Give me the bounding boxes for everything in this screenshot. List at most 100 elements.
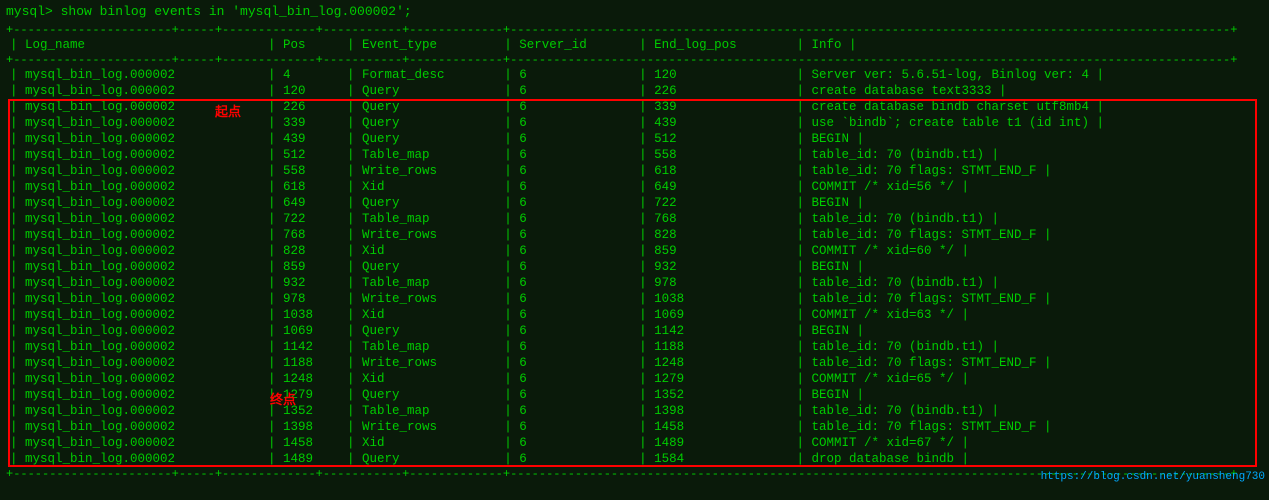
table-row: | mysql_bin_log.000002| 120| Query | 6 | …	[6, 83, 1263, 99]
cell-12-1: | 859	[264, 259, 343, 275]
table-row: | mysql_bin_log.000002| 722| Table_map |…	[6, 211, 1263, 227]
table-row: | mysql_bin_log.000002| 339| Query | 6| …	[6, 115, 1263, 131]
cell-20-2: | Query	[343, 387, 500, 403]
cell-10-3: | 6	[500, 227, 635, 243]
header-col-1: | Pos	[264, 37, 343, 53]
cell-2-0: | mysql_bin_log.000002	[6, 99, 264, 115]
cell-18-3: | 6	[500, 355, 635, 371]
cell-5-5: | table_id: 70 (bindb.t1) |	[792, 147, 1263, 163]
cell-24-1: | 1489	[264, 451, 343, 467]
cell-13-0: | mysql_bin_log.000002	[6, 275, 264, 291]
cell-12-2: | Query	[343, 259, 500, 275]
cell-7-0: | mysql_bin_log.000002	[6, 179, 264, 195]
cell-4-1: | 439	[264, 131, 343, 147]
table-row: | mysql_bin_log.000002| 978| Write_rows …	[6, 291, 1263, 307]
cell-24-5: | drop database bindb |	[792, 451, 1263, 467]
table-header: | Log_name | Pos | Event_type | Server_i…	[6, 37, 1263, 53]
cell-19-5: | COMMIT /* xid=65 */ |	[792, 371, 1263, 387]
cell-12-4: | 932	[635, 259, 792, 275]
cell-10-0: | mysql_bin_log.000002	[6, 227, 264, 243]
cell-11-2: | Xid	[343, 243, 500, 259]
cell-19-0: | mysql_bin_log.000002	[6, 371, 264, 387]
cell-16-1: | 1069	[264, 323, 343, 339]
table-row: | mysql_bin_log.000002| 618| Xid | 6| 64…	[6, 179, 1263, 195]
cell-24-3: | 6	[500, 451, 635, 467]
cell-5-4: | 558	[635, 147, 792, 163]
cell-6-4: | 618	[635, 163, 792, 179]
cell-6-2: | Write_rows	[343, 163, 500, 179]
cell-0-1: | 4	[264, 67, 343, 83]
cell-3-0: | mysql_bin_log.000002	[6, 115, 264, 131]
table-row: | mysql_bin_log.000002| 1069| Query | 6|…	[6, 323, 1263, 339]
cell-7-1: | 618	[264, 179, 343, 195]
table-row: | mysql_bin_log.000002| 1352| Table_map …	[6, 403, 1263, 419]
cell-15-4: | 1069	[635, 307, 792, 323]
cell-1-1: | 120	[264, 83, 343, 99]
table-row: | mysql_bin_log.000002| 4| Format_desc |…	[6, 67, 1263, 83]
table-divider: +----------------------+-----+----------…	[6, 53, 1263, 67]
cell-13-5: | table_id: 70 (bindb.t1) |	[792, 275, 1263, 291]
cell-15-1: | 1038	[264, 307, 343, 323]
cell-14-4: | 1038	[635, 291, 792, 307]
cell-19-1: | 1248	[264, 371, 343, 387]
cell-1-2: | Query	[343, 83, 500, 99]
cell-14-1: | 978	[264, 291, 343, 307]
table-row: | mysql_bin_log.000002| 828| Xid | 6| 85…	[6, 243, 1263, 259]
cell-6-3: | 6	[500, 163, 635, 179]
cell-16-3: | 6	[500, 323, 635, 339]
table-row: | mysql_bin_log.000002| 859| Query | 6| …	[6, 259, 1263, 275]
cell-15-0: | mysql_bin_log.000002	[6, 307, 264, 323]
cell-9-4: | 768	[635, 211, 792, 227]
cell-5-1: | 512	[264, 147, 343, 163]
cell-9-0: | mysql_bin_log.000002	[6, 211, 264, 227]
table-row: | mysql_bin_log.000002| 226| Query | 6| …	[6, 99, 1263, 115]
cell-8-5: | BEGIN |	[792, 195, 1263, 211]
cell-15-2: | Xid	[343, 307, 500, 323]
cell-17-1: | 1142	[264, 339, 343, 355]
cell-13-1: | 932	[264, 275, 343, 291]
cell-22-1: | 1398	[264, 419, 343, 435]
cell-19-2: | Xid	[343, 371, 500, 387]
cell-7-2: | Xid	[343, 179, 500, 195]
table-row: | mysql_bin_log.000002| 649| Query | 6| …	[6, 195, 1263, 211]
cell-7-4: | 649	[635, 179, 792, 195]
cell-1-3: | 6	[500, 83, 635, 99]
cell-5-3: | 6	[500, 147, 635, 163]
command-line: mysql> show binlog events in 'mysql_bin_…	[6, 4, 1263, 19]
cell-19-3: | 6	[500, 371, 635, 387]
header-col-0: | Log_name	[6, 37, 264, 53]
cell-0-3: | 6	[500, 67, 635, 83]
cell-3-3: | 6	[500, 115, 635, 131]
cell-13-4: | 978	[635, 275, 792, 291]
cell-11-0: | mysql_bin_log.000002	[6, 243, 264, 259]
cell-22-4: | 1458	[635, 419, 792, 435]
cell-16-5: | BEGIN |	[792, 323, 1263, 339]
cell-1-0: | mysql_bin_log.000002	[6, 83, 264, 99]
cell-21-2: | Table_map	[343, 403, 500, 419]
cell-20-0: | mysql_bin_log.000002	[6, 387, 264, 403]
cell-14-0: | mysql_bin_log.000002	[6, 291, 264, 307]
table-row: | mysql_bin_log.000002| 439| Query | 6| …	[6, 131, 1263, 147]
cell-2-3: | 6	[500, 99, 635, 115]
cell-21-3: | 6	[500, 403, 635, 419]
cell-3-4: | 439	[635, 115, 792, 131]
cell-23-4: | 1489	[635, 435, 792, 451]
header-col-4: | End_log_pos	[635, 37, 792, 53]
cell-22-2: | Write_rows	[343, 419, 500, 435]
cell-21-4: | 1398	[635, 403, 792, 419]
cell-14-2: | Write_rows	[343, 291, 500, 307]
cell-10-4: | 828	[635, 227, 792, 243]
cell-21-5: | table_id: 70 (bindb.t1) |	[792, 403, 1263, 419]
binlog-table: +----------------------+-----+----------…	[6, 23, 1263, 481]
cell-23-2: | Xid	[343, 435, 500, 451]
cell-10-5: | table_id: 70 flags: STMT_END_F |	[792, 227, 1263, 243]
cell-12-0: | mysql_bin_log.000002	[6, 259, 264, 275]
table-row: | mysql_bin_log.000002| 1188| Write_rows…	[6, 355, 1263, 371]
cell-6-0: | mysql_bin_log.000002	[6, 163, 264, 179]
cell-1-5: | create database text3333 |	[792, 83, 1263, 99]
cell-10-2: | Write_rows	[343, 227, 500, 243]
cell-7-3: | 6	[500, 179, 635, 195]
cell-11-5: | COMMIT /* xid=60 */ |	[792, 243, 1263, 259]
cell-24-0: | mysql_bin_log.000002	[6, 451, 264, 467]
cell-17-3: | 6	[500, 339, 635, 355]
